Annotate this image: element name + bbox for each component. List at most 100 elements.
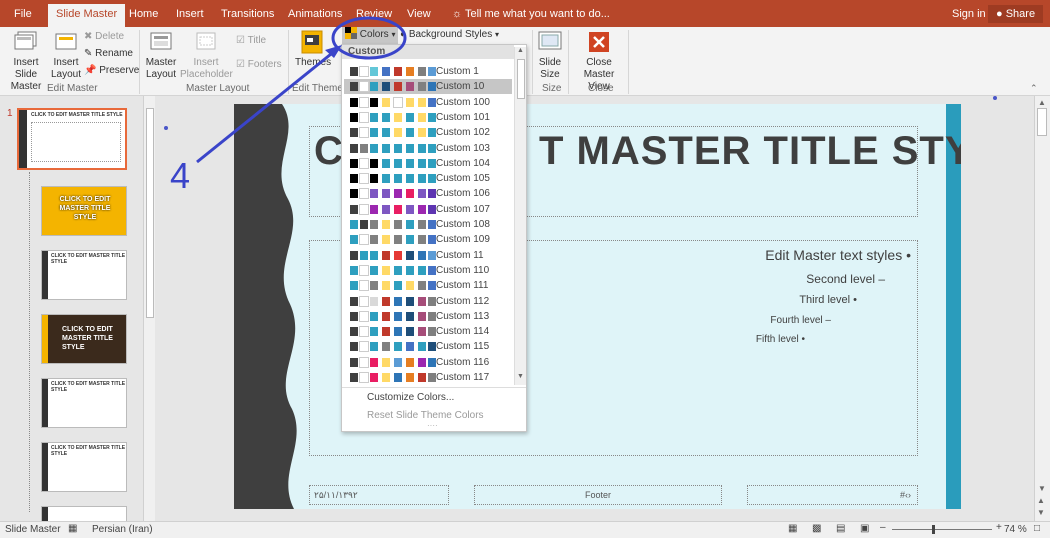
thumbnail-slide-master[interactable]: CLICK TO EDIT MASTER TITLE STYLE [17,108,127,170]
color-scheme-item[interactable]: Custom 104 [344,156,512,171]
ribbon-separator [139,30,140,94]
colors-icon [345,27,357,39]
color-swatch [382,158,390,168]
color-swatch [370,265,378,275]
color-scheme-item[interactable]: Custom 10 [344,79,512,95]
fit-slide-icon[interactable]: □ [1034,523,1040,534]
color-swatch [418,204,426,214]
color-scheme-item[interactable]: Custom 116 [344,355,512,370]
color-swatch [418,189,426,199]
scroll-up-icon[interactable]: ▲ [517,47,524,54]
menu-scroll-thumb[interactable] [517,59,525,99]
color-swatch [370,220,378,229]
color-scheme-label: Custom 106 [436,188,490,200]
thumbnail-scroll-thumb[interactable] [146,108,154,318]
thumbnail-layout-4[interactable]: CLICK TO EDIT MASTER TITLE STYLE [41,314,127,364]
customize-colors-item[interactable]: Customize Colors... [367,390,454,405]
reset-theme-colors-item[interactable]: Reset Slide Theme Colors [367,408,484,423]
color-scheme-item[interactable]: Custom 109 [344,232,512,247]
normal-view-icon[interactable]: ▦ [788,523,797,534]
insert-layout-button[interactable]: Insert Layout [50,29,82,81]
slideshow-icon[interactable]: ▣ [860,523,869,534]
background-styles-button[interactable]: ◐ Background Styles ▾ [400,27,499,43]
scroll-down-icon[interactable]: ▼ [517,373,524,380]
thumbnail-layout-6[interactable]: CLICK TO EDIT MASTER TITLE STYLE [41,442,127,492]
vertical-scrollbar[interactable]: ▲ ▼ ▲ ▼ [1034,96,1050,521]
thumbnail-layout-5[interactable]: CLICK TO EDIT MASTER TITLE STYLE [41,378,127,428]
footer-placeholder[interactable]: Footer [474,485,722,505]
tab-file[interactable]: File [6,5,40,27]
share-button[interactable]: ● Share [988,5,1044,23]
zoom-in-button[interactable]: + [996,522,1002,533]
zoom-level[interactable]: 74 % [1004,524,1027,535]
thumbnail-layout-3[interactable]: CLICK TO EDIT MASTER TITLE STYLE [41,250,127,300]
color-scheme-item[interactable]: Custom 103 [344,141,512,156]
reading-view-icon[interactable]: ▤ [836,523,845,534]
slide-number-placeholder[interactable]: #‹› [747,485,918,505]
language-indicator[interactable]: Persian (Iran) [92,524,153,535]
color-swatch [359,356,369,368]
color-scheme-item[interactable]: Custom 106 [344,186,512,201]
colors-dropdown-button[interactable]: Colors ▾ [342,27,399,44]
insert-slide-master-button[interactable]: Insert Slide Master [3,29,49,93]
previous-slide-icon[interactable]: ▲ [1037,496,1045,505]
next-slide-icon[interactable]: ▼ [1037,508,1045,517]
title-checkbox[interactable]: ☑ Title [236,33,266,49]
color-scheme-item[interactable]: Custom 111 [344,278,512,293]
master-layout-button[interactable]: Master Layout [143,29,179,81]
insert-placeholder-button[interactable]: Insert Placeholder [180,29,233,81]
resize-grip[interactable]: ···· [427,421,438,430]
color-scheme-item[interactable]: Custom 101 [344,110,512,125]
scroll-up-icon[interactable]: ▲ [1038,98,1046,107]
collapse-ribbon-icon[interactable]: ⌃ [1030,83,1038,94]
slide-size-button[interactable]: Slide Size [536,29,564,81]
sign-in-link[interactable]: Sign in [944,5,994,27]
rename-button[interactable]: ✎ Rename [84,46,133,62]
vertical-scroll-thumb[interactable] [1037,108,1047,136]
color-scheme-item[interactable]: Custom 110 [344,263,512,278]
color-scheme-item[interactable]: Custom 107 [344,202,512,217]
color-scheme-item[interactable]: Custom 114 [344,324,512,339]
text-level-3: Third level • [799,294,857,306]
color-swatch [428,342,436,352]
tab-insert[interactable]: Insert [168,5,212,27]
delete-button[interactable]: ✖ Delete [84,29,124,45]
menu-scrollbar[interactable]: ▲ ▼ [514,47,526,385]
color-swatch [350,189,358,199]
color-scheme-item[interactable]: Custom 100 [344,95,512,110]
tab-animations[interactable]: Animations [280,5,350,27]
preserve-button[interactable]: 📌 Preserve [84,63,139,79]
color-scheme-item[interactable]: Custom 105 [344,171,512,186]
footers-checkbox[interactable]: ☑ Footers [236,57,282,73]
thumbnail-layout-2[interactable]: CLICK TO EDIT MASTER TITLE STYLE [41,186,127,236]
color-scheme-item[interactable]: Custom 113 [344,309,512,324]
color-swatch [406,250,414,260]
color-scheme-item[interactable]: Custom 102 [344,125,512,140]
color-scheme-item[interactable]: Custom 11 [344,248,512,263]
notes-icon[interactable]: ▦ [68,523,77,534]
date-placeholder[interactable]: ۲۵/۱۱/۱۳۹۲ [309,485,449,505]
color-scheme-item[interactable]: Custom 108 [344,217,512,232]
themes-button[interactable]: Themes [295,29,331,69]
scroll-down-icon[interactable]: ▼ [1038,484,1046,493]
thumbnail-scrollbar[interactable] [143,96,155,521]
zoom-slider-thumb[interactable] [932,525,935,534]
color-scheme-item[interactable]: Custom 115 [344,339,512,354]
zoom-slider[interactable] [892,525,992,534]
tab-view[interactable]: View [399,5,439,27]
tab-slide-master[interactable]: Slide Master [48,4,126,27]
handle-dot [164,126,168,130]
color-swatch [406,67,414,76]
master-layout-label: Master Layout [145,57,177,80]
color-scheme-item[interactable]: Custom 112 [344,294,512,309]
color-scheme-label: Custom 115 [436,341,490,353]
tell-me-box[interactable]: ☼ Tell me what you want to do... [444,5,618,27]
color-scheme-item[interactable]: Custom 117 [344,370,512,385]
tab-transitions[interactable]: Transitions [213,5,282,27]
tab-home[interactable]: Home [121,5,166,27]
tab-review[interactable]: Review [348,5,400,27]
zoom-out-button[interactable]: – [880,522,886,533]
color-scheme-item[interactable]: Custom 1 [344,64,512,79]
slide-sorter-icon[interactable]: ▩ [812,523,821,534]
thumbnail-layout-7[interactable] [41,506,127,522]
